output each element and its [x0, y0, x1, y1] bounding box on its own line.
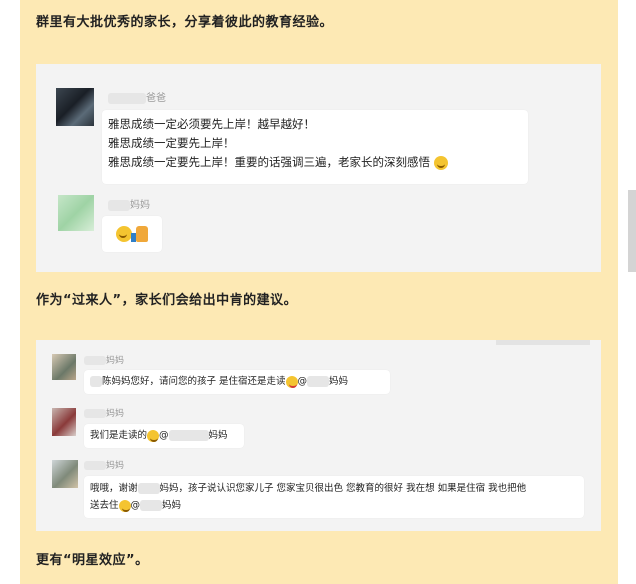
emoji-message-bubble: [102, 216, 162, 252]
avatar: [56, 88, 94, 126]
avatar: [58, 195, 94, 231]
article-card: 群里有大批优秀的家长，分享着彼此的教育经验。 爸爸 雅思成绩一定必须要先上岸！越…: [20, 0, 618, 584]
blurred-name: [108, 199, 130, 211]
blurred-name: [137, 483, 160, 494]
blurred-name: [168, 430, 209, 441]
blurred-strip: [496, 340, 590, 345]
thumbs-up-icon: [131, 226, 148, 242]
blurred-name: [90, 376, 102, 387]
message-bubble: 雅思成绩一定必须要先上岸！越早越好！ 雅思成绩一定要先上岸！ 雅思成绩一定要先上…: [102, 110, 528, 184]
message-line: 雅思成绩一定必须要先上岸！越早越好！: [108, 117, 315, 131]
smile-emoji-icon: [116, 226, 132, 242]
message-bubble: 我们是走读的 @ 妈妈: [84, 424, 244, 448]
sender-name: 妈妈: [108, 196, 150, 211]
avatar: [52, 460, 78, 488]
blurred-name: [84, 409, 106, 418]
smile-emoji-icon: [118, 499, 131, 512]
message-line: 雅思成绩一定要先上岸！重要的话强调三遍，老家长的深刻感悟: [108, 153, 528, 172]
wink-emoji-icon: [285, 375, 298, 388]
message-line: 雅思成绩一定要先上岸！: [108, 136, 235, 150]
blurred-name: [140, 500, 163, 511]
scrollbar[interactable]: [628, 190, 636, 272]
message-bubble: 哦哦，谢谢 妈妈，孩子说认识您家儿子 您家宝贝很出色 您教育的很好 我在想 如果是…: [84, 476, 584, 518]
grin-emoji-icon: [433, 155, 448, 170]
sender-name: 妈妈: [84, 406, 124, 419]
blurred-name: [84, 461, 106, 470]
message-line: 送去住 @ 妈妈: [90, 499, 182, 512]
middle-paragraph: 作为“过来人”，家长们会给出中肯的建议。: [36, 293, 298, 308]
outro-paragraph: 更有“明星效应”。: [36, 553, 149, 568]
avatar: [52, 408, 76, 436]
blurred-name: [307, 376, 330, 387]
smile-emoji-icon: [147, 429, 160, 442]
blurred-name: [108, 92, 146, 104]
sender-name: 妈妈: [84, 353, 124, 366]
sender-name: 妈妈: [84, 458, 124, 471]
blurred-name: [84, 356, 106, 365]
sender-name: 爸爸: [108, 89, 166, 104]
intro-paragraph: 群里有大批优秀的家长，分享着彼此的教育经验。: [36, 15, 334, 30]
avatar: [52, 354, 76, 380]
message-line: 哦哦，谢谢 妈妈，孩子说认识您家儿子 您家宝贝很出色 您教育的很好 我在想 如果是…: [90, 483, 527, 494]
chat-screenshot-2: 妈妈 陈妈妈您好，请问您的孩子 是住宿还是走读 @ 妈妈 妈妈 我们是走读的 @ 妈妈 …: [36, 340, 601, 531]
message-bubble: 陈妈妈您好，请问您的孩子 是住宿还是走读 @ 妈妈: [84, 370, 390, 394]
chat-screenshot-1: 爸爸 雅思成绩一定必须要先上岸！越早越好！ 雅思成绩一定要先上岸！ 雅思成绩一定…: [36, 64, 601, 272]
